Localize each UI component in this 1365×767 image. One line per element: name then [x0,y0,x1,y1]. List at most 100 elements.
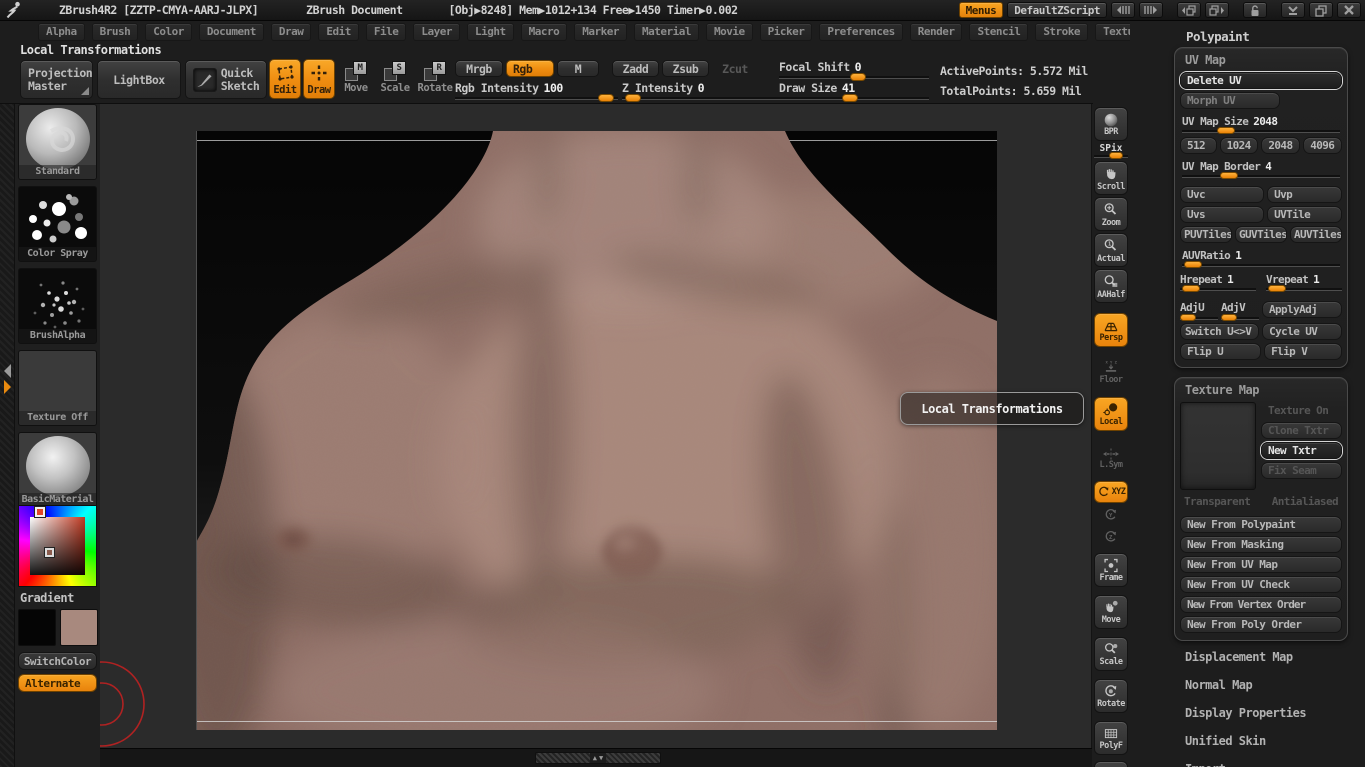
rgb-button[interactable]: Rgb [506,60,554,77]
menu-edit[interactable]: Edit [318,23,359,41]
new-from-polypaint-button[interactable]: New From Polypaint [1180,516,1342,533]
slider-handle[interactable] [1221,314,1237,321]
projection-master-button[interactable]: Projection Master [20,60,93,99]
sv-selector[interactable] [45,548,54,557]
uv-map-title[interactable]: UV Map [1185,53,1342,67]
texture-on-button[interactable]: Texture On [1261,402,1342,419]
slider-handle[interactable] [1217,127,1235,134]
slider-handle[interactable] [1268,285,1286,292]
current-texture-thumbnail[interactable]: Texture Off [18,350,97,426]
antialiased-toggle[interactable]: Antialiased [1272,495,1338,508]
rotate-y-button[interactable]: Y [1094,505,1128,525]
new-from-poly-order-button[interactable]: New From Poly Order [1180,616,1342,633]
scale-button[interactable]: S Scale [378,61,412,94]
normal-map-section[interactable]: Normal Map [1185,678,1348,692]
menu-movie[interactable]: Movie [706,23,753,41]
transp-button[interactable] [1094,761,1128,767]
applyadj-button[interactable]: ApplyAdj [1262,301,1342,318]
z-intensity-slider[interactable]: Z Intensity0 [622,81,780,100]
zcut-button[interactable]: Zcut [714,60,756,77]
menu-brush[interactable]: Brush [92,23,139,41]
unified-skin-section[interactable]: Unified Skin [1185,734,1348,748]
rotate-z-button[interactable]: Z [1094,527,1128,547]
display-properties-section[interactable]: Display Properties [1185,706,1348,720]
slider-handle[interactable] [625,94,641,102]
hue-selector[interactable] [35,507,45,517]
menu-alpha[interactable]: Alpha [38,23,85,41]
slider-handle[interactable] [1180,314,1196,321]
uv-size-4096-button[interactable]: 4096 [1303,137,1342,154]
quick-sketch-button[interactable]: Quick Sketch [185,60,267,99]
menu-stroke[interactable]: Stroke [1035,23,1088,41]
focal-shift-slider[interactable]: Focal Shift0 [779,60,929,79]
slider-handle[interactable] [1184,261,1202,268]
move-tray-left-button[interactable] [1177,2,1201,18]
adju-slider[interactable]: AdjU [1180,301,1218,320]
menu-marker[interactable]: Marker [574,23,627,41]
rgb-intensity-slider[interactable]: Rgb Intensity100 [455,81,618,100]
move-tray-right-button[interactable] [1205,2,1229,18]
zsub-button[interactable]: Zsub [662,60,709,77]
polyf-button[interactable]: PolyF [1094,721,1128,755]
restore-button[interactable] [1309,2,1333,18]
default-zscript-button[interactable]: DefaultZScript [1007,2,1107,18]
scroll-up-icon[interactable]: ▲ [593,754,597,762]
zbrush-document[interactable] [196,131,996,730]
bpr-button[interactable]: BPR [1094,107,1128,141]
scale-canvas-button[interactable]: Scale [1094,637,1128,671]
uv-size-2048-button[interactable]: 2048 [1261,137,1300,154]
flip-v-button[interactable]: Flip V [1264,343,1342,360]
tray-divider[interactable] [0,104,15,767]
m-button[interactable]: M [557,60,599,77]
menu-render[interactable]: Render [910,23,963,41]
menu-preferences[interactable]: Preferences [819,23,902,41]
transparent-toggle[interactable]: Transparent [1184,495,1250,508]
menu-draw[interactable]: Draw [271,23,312,41]
vrepeat-slider[interactable]: Vrepeat1 [1266,273,1342,291]
slider-handle[interactable] [842,94,858,102]
current-alpha-thumbnail[interactable]: BrushAlpha [18,268,97,344]
menu-stencil[interactable]: Stencil [969,23,1028,41]
zadd-button[interactable]: Zadd [612,60,659,77]
persp-button[interactable]: Persp [1094,313,1128,347]
minimize-button[interactable] [1281,2,1305,18]
edit-button[interactable]: Edit [269,59,301,99]
uv-map-border-slider[interactable]: UV Map Border4 [1182,160,1340,178]
new-from-masking-button[interactable]: New From Masking [1180,536,1342,553]
gradient-label[interactable]: Gradient [20,591,74,605]
displacement-map-section[interactable]: Displacement Map [1185,650,1348,664]
uv-size-512-button[interactable]: 512 [1180,137,1217,154]
local-button[interactable]: Local [1094,397,1128,431]
menu-material[interactable]: Material [634,23,699,41]
menu-picker[interactable]: Picker [760,23,813,41]
close-button[interactable] [1337,2,1361,18]
lightbox-button[interactable]: LightBox [97,60,181,99]
slider-handle[interactable] [598,94,614,102]
menu-file[interactable]: File [366,23,407,41]
new-txtr-button[interactable]: New Txtr [1261,442,1342,459]
fix-seam-button[interactable]: Fix Seam [1261,462,1342,479]
rotate-button[interactable]: R Rotate [418,61,452,94]
delete-uv-button[interactable]: Delete UV [1180,72,1342,89]
slider-handle[interactable] [850,73,866,81]
menu-layer[interactable]: Layer [413,23,460,41]
aa-half-button[interactable]: AAHalf [1094,269,1128,303]
slider-handle[interactable] [1182,285,1200,292]
tray-divider-arrows-icon[interactable] [2,362,13,396]
uv-map-size-slider[interactable]: UV Map Size2048 [1182,115,1340,133]
menu-color[interactable]: Color [145,23,192,41]
texture-map-title[interactable]: Texture Map [1185,383,1342,397]
move-button[interactable]: M Move [339,61,373,94]
new-from-vertex-order-button[interactable]: New From Vertex Order [1180,596,1342,613]
current-stroke-thumbnail[interactable]: Color Spray [18,186,97,262]
slider-handle[interactable] [1220,172,1238,179]
floor-button[interactable]: X Y Z Floor [1094,355,1128,389]
new-from-uv-check-button[interactable]: New From UV Check [1180,576,1342,593]
guvtiles-button[interactable]: GUVTiles [1235,226,1287,243]
mrgb-button[interactable]: Mrgb [455,60,503,77]
move-canvas-button[interactable]: Move [1094,595,1128,629]
menus-button[interactable]: Menus [959,2,1004,18]
slider-handle[interactable] [1109,152,1123,159]
xyz-button[interactable]: XYZ [1094,481,1128,503]
color-picker[interactable] [18,505,97,587]
